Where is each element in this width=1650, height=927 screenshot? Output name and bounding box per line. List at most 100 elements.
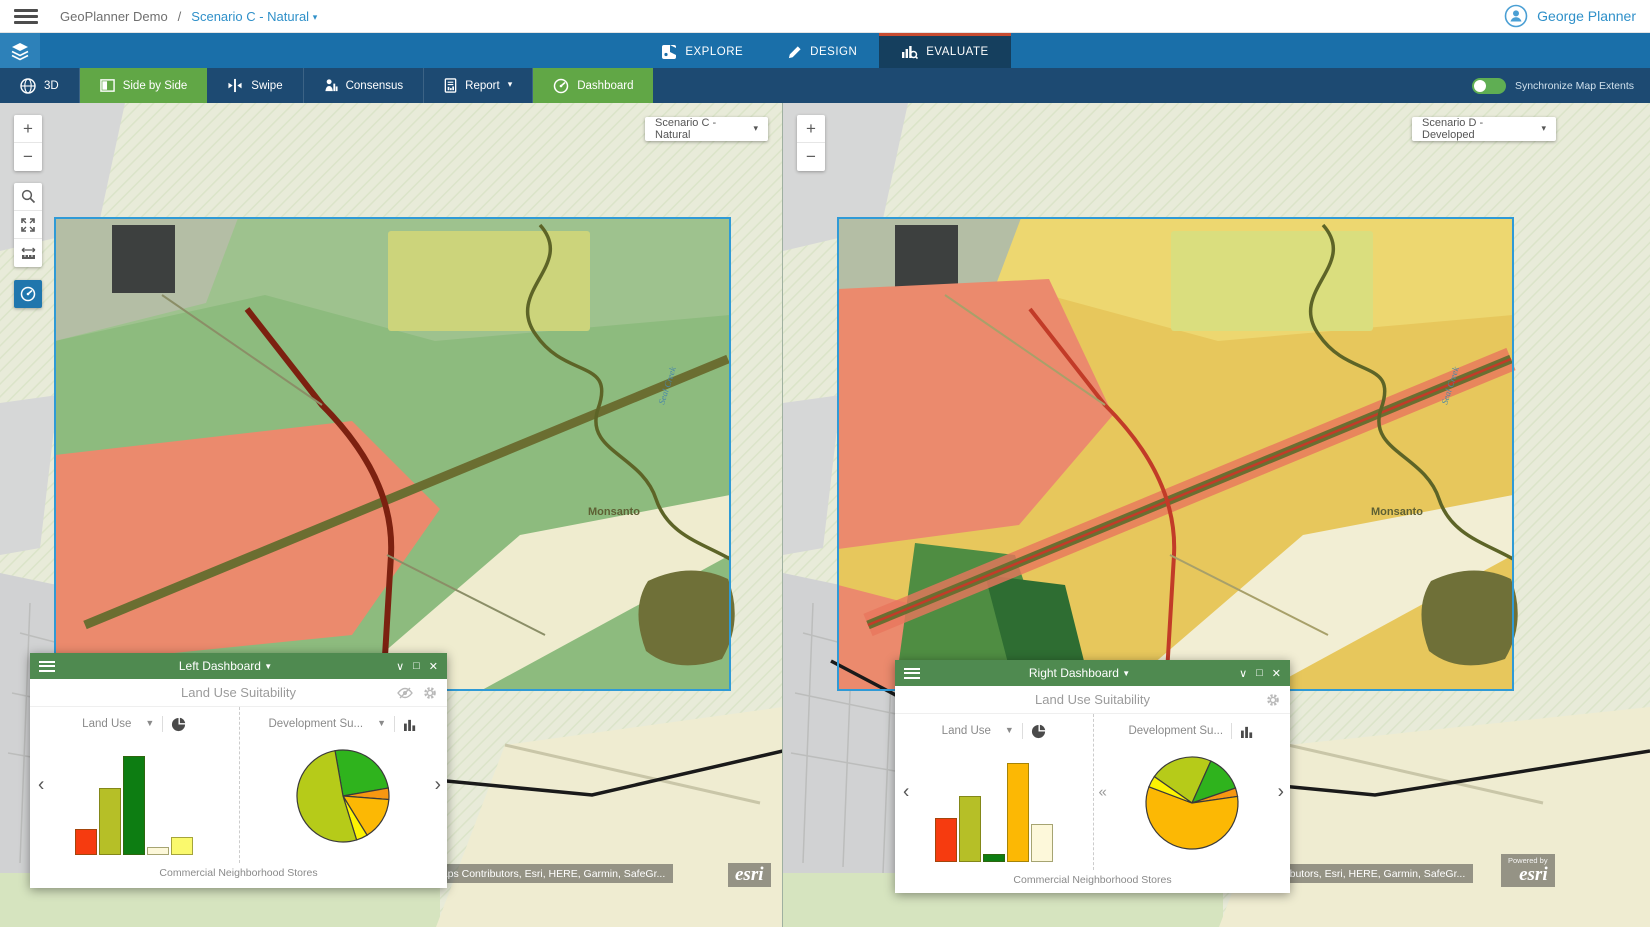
- caret-down-icon: ▾: [753, 123, 758, 134]
- bar-segment[interactable]: [1007, 763, 1029, 862]
- carousel-next-button[interactable]: ›: [1278, 783, 1284, 802]
- measure-button[interactable]: [14, 239, 42, 267]
- breadcrumb-separator: /: [178, 9, 182, 24]
- gauge-icon: [20, 286, 36, 302]
- chart-caption: Commercial Neighborhood Stores: [895, 870, 1290, 892]
- swipe-icon: [227, 78, 243, 93]
- chart-selector[interactable]: Land Use ▼: [82, 718, 154, 730]
- minimize-button[interactable]: ∨: [396, 660, 404, 673]
- caret-down-icon: ▼: [264, 662, 272, 671]
- evaluate-toolbar: 3D Side by Side Swipe Consensus Report ▾…: [0, 68, 1650, 103]
- dashboard-menu-icon[interactable]: [904, 668, 920, 679]
- primary-nav: EXPLORE DESIGN EVALUATE: [0, 33, 1650, 68]
- 3d-button[interactable]: 3D: [0, 68, 80, 103]
- pie-chart-icon[interactable]: [171, 717, 186, 732]
- report-button[interactable]: Report ▾: [424, 68, 533, 103]
- bar-segment[interactable]: [147, 847, 169, 855]
- maximize-button[interactable]: □: [413, 660, 420, 673]
- user-name: George Planner: [1537, 8, 1636, 24]
- tab-design[interactable]: DESIGN: [765, 33, 879, 68]
- report-icon: [444, 78, 457, 93]
- zoom-in-button[interactable]: +: [797, 115, 825, 143]
- bar-segment[interactable]: [959, 796, 981, 862]
- caret-down-icon: ▼: [145, 718, 154, 728]
- pie-chart-icon[interactable]: [1031, 724, 1046, 739]
- zoom-out-button[interactable]: −: [797, 143, 825, 171]
- bar-segment[interactable]: [75, 829, 97, 855]
- bar-segment[interactable]: [983, 854, 1005, 862]
- dashboard-button[interactable]: Dashboard: [533, 68, 653, 103]
- chart-widget-development-suitability: Development Su...: [1093, 714, 1291, 870]
- dashboard-menu-icon[interactable]: [39, 661, 55, 672]
- expand-icon: [21, 218, 35, 232]
- consensus-button[interactable]: Consensus: [304, 68, 425, 103]
- carousel-next-button[interactable]: ›: [435, 776, 441, 795]
- dashboard-title-menu[interactable]: Right Dashboard ▼: [920, 666, 1239, 680]
- carousel-collapse-button[interactable]: «: [1099, 785, 1107, 800]
- sync-extents-control: Synchronize Map Extents: [1472, 68, 1650, 103]
- search-icon: [21, 189, 36, 204]
- side-by-side-button[interactable]: Side by Side: [80, 68, 208, 103]
- close-button[interactable]: ✕: [1272, 667, 1281, 680]
- map-workspace: MonsantoSeal Creek + −: [0, 103, 1650, 927]
- pie-chart[interactable]: [293, 746, 393, 846]
- dashboard-titlebar[interactable]: Right Dashboard ▼ ∨ □ ✕: [895, 660, 1290, 686]
- bar-segment[interactable]: [123, 756, 145, 855]
- right-dashboard-window: Right Dashboard ▼ ∨ □ ✕ Land Use Suitabi…: [895, 660, 1290, 893]
- swipe-button[interactable]: Swipe: [207, 68, 303, 103]
- carousel-prev-button[interactable]: ‹: [903, 783, 909, 802]
- gear-icon[interactable]: [1266, 693, 1280, 707]
- dashboard-tool-button-active[interactable]: [14, 280, 42, 308]
- caret-down-icon: ▾: [313, 12, 318, 22]
- carousel-prev-button[interactable]: ‹: [38, 776, 44, 795]
- dashboard-titlebar[interactable]: Left Dashboard ▼ ∨ □ ✕: [30, 653, 447, 679]
- bar-segment[interactable]: [1031, 824, 1053, 862]
- globe-icon: [20, 78, 36, 94]
- caret-down-icon: ▾: [1541, 123, 1546, 134]
- evaluate-icon: [901, 44, 918, 60]
- bar-chart-icon[interactable]: [403, 718, 418, 731]
- left-map-panel: MonsantoSeal Creek + −: [0, 103, 783, 927]
- bar-segment[interactable]: [171, 837, 193, 855]
- pencil-icon: [787, 45, 802, 60]
- zoom-out-button[interactable]: −: [14, 143, 42, 171]
- app-header: GeoPlanner Demo / Scenario C - Natural ▾…: [0, 0, 1650, 33]
- chart-widget-land-use: Land Use ▼: [30, 707, 239, 863]
- caret-down-icon: ▼: [1005, 725, 1014, 735]
- breadcrumb-app-title[interactable]: GeoPlanner Demo: [60, 9, 168, 24]
- user-menu[interactable]: George Planner: [1504, 4, 1636, 28]
- tab-evaluate[interactable]: EVALUATE: [879, 33, 1010, 68]
- pie-chart[interactable]: [1142, 753, 1242, 853]
- sync-extents-toggle[interactable]: [1472, 78, 1506, 94]
- bar-chart[interactable]: [30, 755, 239, 855]
- bar-chart[interactable]: [895, 762, 1093, 862]
- dashboard-title-menu[interactable]: Left Dashboard ▼: [55, 659, 396, 673]
- right-map-panel: MonsantoSeal Creek + − Scenario D - Deve…: [783, 103, 1650, 927]
- caret-down-icon: ▼: [377, 718, 386, 728]
- bar-chart-icon[interactable]: [1240, 725, 1255, 738]
- chart-selector[interactable]: Development Su... ▼: [268, 718, 386, 730]
- bar-segment[interactable]: [99, 788, 121, 855]
- chart-selector[interactable]: Land Use ▼: [942, 725, 1014, 737]
- maximize-button[interactable]: □: [1256, 667, 1263, 680]
- right-scenario-selector[interactable]: Scenario D - Developed ▾: [1412, 117, 1556, 141]
- esri-logo: Powered by esri: [1501, 854, 1555, 887]
- zoom-in-button[interactable]: +: [14, 115, 42, 143]
- gear-icon[interactable]: [423, 686, 437, 700]
- breadcrumb-scenario-menu[interactable]: Scenario C - Natural ▾: [191, 9, 317, 24]
- visibility-off-icon[interactable]: [397, 687, 413, 699]
- tab-explore[interactable]: EXPLORE: [639, 33, 765, 68]
- gauge-icon: [553, 78, 569, 94]
- expand-extent-button[interactable]: [14, 211, 42, 239]
- left-scenario-selector[interactable]: Scenario C - Natural ▾: [645, 117, 768, 141]
- close-button[interactable]: ✕: [429, 660, 438, 673]
- measure-icon: [21, 247, 36, 260]
- main-menu-icon[interactable]: [14, 9, 38, 24]
- chart-selector[interactable]: Development Su...: [1128, 725, 1223, 737]
- consensus-icon: [324, 78, 338, 93]
- minimize-button[interactable]: ∨: [1239, 667, 1247, 680]
- explore-icon: [661, 44, 677, 60]
- chart-caption: Commercial Neighborhood Stores: [30, 863, 447, 885]
- bar-segment[interactable]: [935, 818, 957, 862]
- search-button[interactable]: [14, 183, 42, 211]
